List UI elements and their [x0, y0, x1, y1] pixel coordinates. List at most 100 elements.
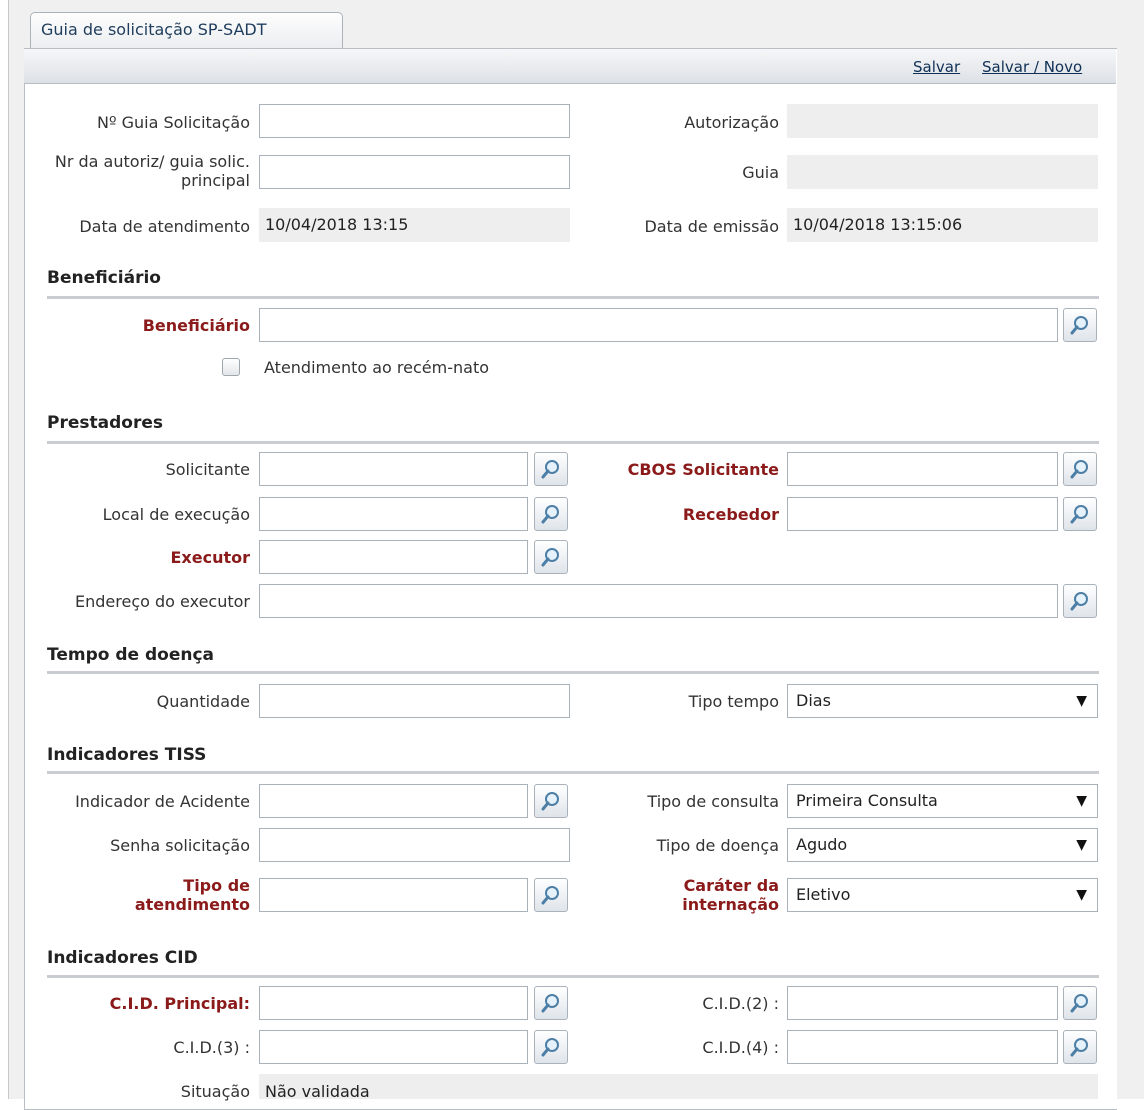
- tipo-atendimento-input[interactable]: [259, 878, 528, 912]
- guia-field: [787, 155, 1098, 189]
- tipo-consulta-label: Tipo de consulta: [647, 792, 779, 811]
- section-beneficiario: Beneficiário: [47, 268, 161, 288]
- triangle-down-icon: ▼: [1076, 887, 1087, 903]
- executor-lookup-button[interactable]: [534, 540, 568, 574]
- section-rule: [47, 671, 1099, 674]
- magnifier-icon: [1070, 316, 1088, 335]
- magnifier-icon: [541, 792, 559, 811]
- situacao-label: Situação: [180, 1082, 250, 1101]
- tipo-atendimento-label: Tipo de atendimento: [134, 876, 250, 914]
- section-rule: [47, 296, 1099, 299]
- cid2-input[interactable]: [787, 986, 1058, 1020]
- executor-label: Executor: [170, 548, 250, 567]
- solicitante-label: Solicitante: [165, 460, 250, 479]
- local-execucao-lookup-button[interactable]: [534, 497, 568, 531]
- recem-nato-label: Atendimento ao recém-nato: [264, 358, 489, 377]
- senha-solicitacao-input[interactable]: [259, 828, 570, 862]
- tab-guia-sp-sadt[interactable]: Guia de solicitação SP-SADT: [30, 12, 343, 48]
- acidente-lookup-button[interactable]: [534, 784, 568, 818]
- num-guia-input[interactable]: [259, 104, 570, 138]
- cbos-label: CBOS Solicitante: [627, 460, 779, 479]
- carater-internacao-select[interactable]: Eletivo ▼: [787, 878, 1098, 912]
- cid3-input[interactable]: [259, 1030, 528, 1064]
- data-emissao-label: Data de emissão: [644, 217, 779, 236]
- section-indicadores-cid: Indicadores CID: [47, 948, 198, 968]
- local-execucao-label: Local de execução: [102, 505, 250, 524]
- nr-autoriz-label: Nr da autoriz/ guia solic. principal: [54, 152, 250, 190]
- autorizacao-field: [787, 104, 1098, 138]
- senha-solicitacao-label: Senha solicitação: [110, 836, 250, 855]
- recebedor-input[interactable]: [787, 497, 1058, 531]
- magnifier-icon: [541, 548, 559, 567]
- section-tempo-doenca: Tempo de doença: [47, 645, 214, 665]
- magnifier-icon: [1070, 1038, 1088, 1057]
- triangle-down-icon: ▼: [1076, 793, 1087, 809]
- tipo-tempo-select[interactable]: Dias ▼: [787, 684, 1098, 718]
- beneficiario-input[interactable]: [259, 308, 1058, 342]
- magnifier-icon: [541, 886, 559, 905]
- save-link[interactable]: Salvar: [913, 58, 960, 76]
- cid2-label: C.I.D.(2) :: [702, 994, 779, 1013]
- solicitante-lookup-button[interactable]: [534, 452, 568, 486]
- local-execucao-input[interactable]: [259, 497, 528, 531]
- cid4-label: C.I.D.(4) :: [702, 1038, 779, 1057]
- section-rule: [47, 441, 1099, 444]
- section-rule: [47, 975, 1099, 978]
- cid-principal-label: C.I.D. Principal:: [109, 994, 250, 1013]
- cbos-input[interactable]: [787, 452, 1058, 486]
- cid4-input[interactable]: [787, 1030, 1058, 1064]
- data-atendimento-field: 10/04/2018 13:15: [259, 208, 570, 242]
- tipo-consulta-value: Primeira Consulta: [796, 791, 938, 810]
- left-border: [8, 0, 9, 1099]
- cid3-lookup-button[interactable]: [534, 1030, 568, 1064]
- tipo-tempo-label: Tipo tempo: [688, 692, 779, 711]
- recebedor-lookup-button[interactable]: [1063, 497, 1097, 531]
- tipo-consulta-select[interactable]: Primeira Consulta ▼: [787, 784, 1098, 818]
- recebedor-label: Recebedor: [682, 505, 779, 524]
- beneficiario-lookup-button[interactable]: [1063, 308, 1097, 342]
- cid3-label: C.I.D.(3) :: [173, 1038, 250, 1057]
- magnifier-icon: [541, 505, 559, 524]
- guia-label: Guia: [742, 163, 779, 182]
- tipo-tempo-value: Dias: [796, 691, 831, 710]
- endereco-executor-label: Endereço do executor: [75, 592, 250, 611]
- magnifier-icon: [541, 994, 559, 1013]
- tipo-doenca-select[interactable]: Agudo ▼: [787, 828, 1098, 862]
- carater-value: Eletivo: [796, 885, 851, 904]
- tipo-doenca-value: Agudo: [796, 835, 848, 854]
- quantidade-label: Quantidade: [156, 692, 250, 711]
- cbos-lookup-button[interactable]: [1063, 452, 1097, 486]
- cid-principal-input[interactable]: [259, 986, 528, 1020]
- toolbar: Salvar Salvar / Novo: [24, 48, 1116, 84]
- magnifier-icon: [541, 460, 559, 479]
- magnifier-icon: [1070, 505, 1088, 524]
- section-indicadores-tiss: Indicadores TISS: [47, 745, 207, 765]
- save-new-link[interactable]: Salvar / Novo: [982, 58, 1082, 76]
- beneficiario-label: Beneficiário: [142, 316, 250, 335]
- data-emissao-field: 10/04/2018 13:15:06: [787, 208, 1098, 242]
- autorizacao-label: Autorização: [684, 113, 779, 132]
- indicador-acidente-input[interactable]: [259, 784, 528, 818]
- section-rule: [47, 771, 1099, 774]
- indicador-acidente-label: Indicador de Acidente: [75, 792, 250, 811]
- magnifier-icon: [1070, 460, 1088, 479]
- tab-label: Guia de solicitação SP-SADT: [41, 20, 267, 39]
- triangle-down-icon: ▼: [1076, 693, 1087, 709]
- cid4-lookup-button[interactable]: [1063, 1030, 1097, 1064]
- cid-principal-lookup-button[interactable]: [534, 986, 568, 1020]
- magnifier-icon: [1070, 592, 1088, 611]
- cid2-lookup-button[interactable]: [1063, 986, 1097, 1020]
- tipo-doenca-label: Tipo de doença: [656, 836, 779, 855]
- executor-input[interactable]: [259, 540, 528, 574]
- solicitante-input[interactable]: [259, 452, 528, 486]
- nr-autoriz-input[interactable]: [259, 155, 570, 189]
- endereco-lookup-button[interactable]: [1063, 584, 1097, 618]
- magnifier-icon: [1070, 994, 1088, 1013]
- num-guia-label: Nº Guia Solicitação: [96, 113, 250, 132]
- endereco-executor-input[interactable]: [259, 584, 1058, 618]
- tipo-atendimento-lookup-button[interactable]: [534, 878, 568, 912]
- quantidade-input[interactable]: [259, 684, 570, 718]
- recem-nato-checkbox[interactable]: [222, 358, 240, 376]
- carater-internacao-label: Caráter da internação: [682, 876, 779, 914]
- data-atendimento-label: Data de atendimento: [79, 217, 250, 236]
